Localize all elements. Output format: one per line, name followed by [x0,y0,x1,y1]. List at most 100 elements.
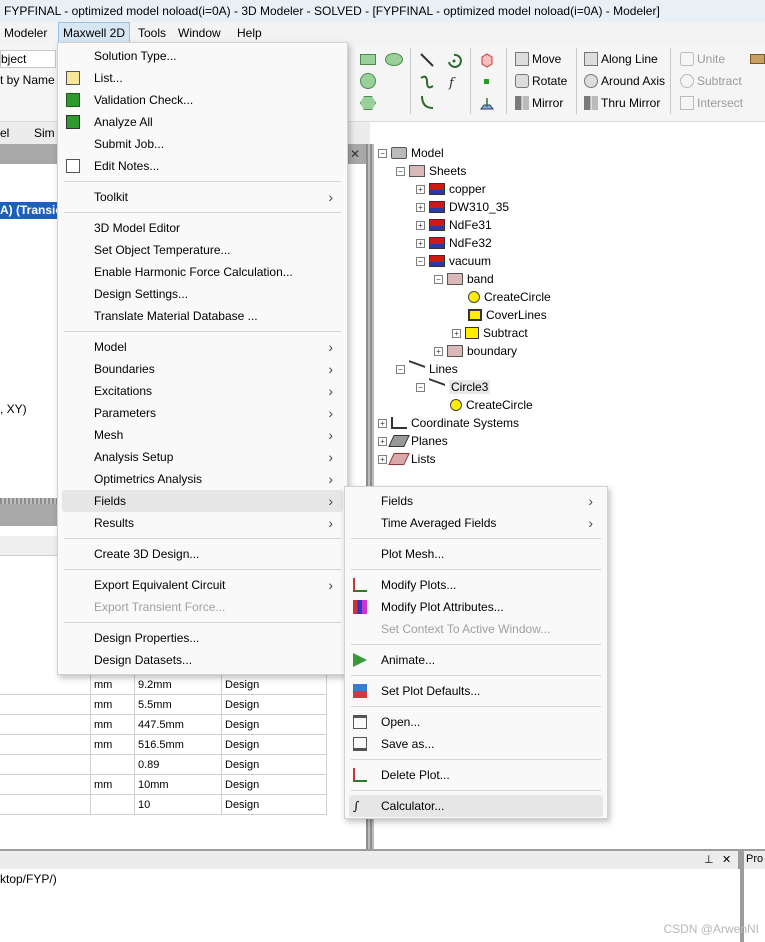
table-row[interactable]: 0.89 Design [0,755,327,775]
submenu-item-calculator[interactable]: ∫ Calculator... [349,795,603,817]
ellipse-icon[interactable] [385,53,403,66]
expand-icon[interactable]: + [416,203,425,212]
menu-item-fields[interactable]: Fields › [62,490,343,512]
expand-icon[interactable]: + [452,329,461,338]
menu-item-analyze-all[interactable]: Analyze All [62,111,343,133]
value-cell[interactable]: 9.2mm [138,675,172,695]
menu-item-validation-check[interactable]: Validation Check... [62,89,343,111]
tree-node-create-circle[interactable]: CreateCircle [468,288,551,306]
tree-node-band[interactable]: − band [434,270,494,288]
menu-item-analysis-setup[interactable]: Analysis Setup › [62,446,343,468]
menu-item-solution-type[interactable]: Solution Type... [62,45,343,67]
unite-button[interactable]: Unite [680,49,725,69]
tree-node-lines[interactable]: − Lines [396,360,458,378]
tree-node-create-circle-2[interactable]: CreateCircle [450,396,533,414]
around-axis-button[interactable]: Around Axis [584,71,665,91]
collapse-icon[interactable]: − [396,365,405,374]
expand-icon[interactable]: + [416,221,425,230]
menu-window[interactable]: Window [174,22,225,44]
tab-model[interactable]: el [0,122,9,144]
menu-item-3d-model-editor[interactable]: 3D Model Editor [62,217,343,239]
along-line-button[interactable]: Along Line [584,49,658,69]
collapse-icon[interactable]: − [416,257,425,266]
table-row[interactable]: 10 Design [0,795,327,815]
collapse-icon[interactable]: − [378,149,387,158]
table-row[interactable]: mm 516.5mm Design [0,735,327,755]
tree-node-sheets[interactable]: − Sheets [396,162,466,180]
menu-item-excitations[interactable]: Excitations › [62,380,343,402]
spline-icon[interactable] [419,74,435,90]
menu-item-create-3d-design[interactable]: Create 3D Design... [62,543,343,565]
submenu-item-save-as[interactable]: Save as... [349,733,603,755]
menu-item-design-properties[interactable]: Design Properties... [62,627,343,649]
object-select[interactable]: bject [0,50,56,68]
tree-node-model[interactable]: − Model [378,144,444,162]
submenu-item-modify-plots[interactable]: Modify Plots... [349,574,603,596]
submenu-item-modify-plot-attributes[interactable]: Modify Plot Attributes... [349,596,603,618]
equation-curve-icon[interactable]: f [446,74,462,90]
tree-node-subtract[interactable]: + Subtract [452,324,528,342]
properties-tab[interactable]: Pro [746,853,763,865]
tree-node-circle3[interactable]: − Circle3 [416,378,491,396]
menu-tools[interactable]: Tools [134,22,170,44]
submenu-item-time-averaged-fields[interactable]: Time Averaged Fields › [349,512,603,534]
arc-icon[interactable] [446,52,462,68]
menu-item-list[interactable]: List... [62,67,343,89]
table-row[interactable]: mm 9.2mm Design [0,675,327,695]
tree-node-coordinate-systems[interactable]: + Coordinate Systems [378,414,519,432]
menu-modeler[interactable]: Modeler [0,22,51,44]
menu-item-translate-material-db[interactable]: Translate Material Database ... [62,305,343,327]
submenu-item-animate[interactable]: Animate... [349,649,603,671]
submenu-item-open[interactable]: Open... [349,711,603,733]
rotate-button[interactable]: Rotate [515,71,567,91]
menu-item-boundaries[interactable]: Boundaries › [62,358,343,380]
thru-mirror-button[interactable]: Thru Mirror [584,93,660,113]
collapse-icon[interactable]: − [434,275,443,284]
menu-item-design-datasets[interactable]: Design Datasets... [62,649,343,671]
point-icon[interactable] [484,79,489,84]
sort-by-name-label[interactable]: t by Name [0,72,55,88]
move-button[interactable]: Move [515,49,561,69]
tree-node-vacuum[interactable]: − vacuum [416,252,491,270]
value-cell[interactable]: 10 [138,795,150,815]
collapse-icon[interactable]: − [396,167,405,176]
tree-node-ndfe32[interactable]: + NdFe32 [416,234,492,252]
tree-node-lists[interactable]: + Lists [378,450,436,468]
circle-icon[interactable] [360,73,376,89]
expand-icon[interactable]: + [378,419,387,428]
tab-simulation[interactable]: Sim [34,122,55,144]
expand-icon[interactable]: + [416,239,425,248]
expand-icon[interactable]: + [434,347,443,356]
expand-icon[interactable]: + [378,455,387,464]
tree-node-copper[interactable]: + copper [416,180,486,198]
intersect-button[interactable]: Intersect [680,93,743,113]
menu-help[interactable]: Help [233,22,266,44]
more-toolbar-icon[interactable] [750,54,765,64]
tree-node-cover-lines[interactable]: CoverLines [468,306,547,324]
table-row[interactable]: mm 447.5mm Design [0,715,327,735]
menu-item-set-object-temperature[interactable]: Set Object Temperature... [62,239,343,261]
menu-item-mesh[interactable]: Mesh › [62,424,343,446]
menu-item-submit-job[interactable]: Submit Job... [62,133,343,155]
submenu-item-delete-plot[interactable]: Delete Plot... [349,764,603,786]
expand-icon[interactable]: + [416,185,425,194]
tree-node-planes[interactable]: + Planes [378,432,448,450]
menu-item-toolkit[interactable]: Toolkit › [62,186,343,208]
menu-item-harmonic-force[interactable]: Enable Harmonic Force Calculation... [62,261,343,283]
subtract-button[interactable]: Subtract [680,71,742,91]
table-row[interactable]: mm 5.5mm Design [0,695,327,715]
table-row[interactable]: mm 10mm Design [0,775,327,795]
value-cell[interactable]: 0.89 [138,755,159,775]
submenu-item-set-plot-defaults[interactable]: Set Plot Defaults... [349,680,603,702]
tree-node-ndfe31[interactable]: + NdFe31 [416,216,492,234]
menu-item-optimetrics-analysis[interactable]: Optimetrics Analysis › [62,468,343,490]
polygon-icon[interactable] [360,96,376,110]
rectangle-icon[interactable] [360,54,376,65]
expand-icon[interactable]: + [378,437,387,446]
box-icon[interactable] [479,52,495,68]
collapse-icon[interactable]: − [416,383,425,392]
curve-icon[interactable] [419,94,435,110]
menu-maxwell-2d[interactable]: Maxwell 2D [58,22,131,44]
menu-item-export-equivalent-circuit[interactable]: Export Equivalent Circuit › [62,574,343,596]
submenu-item-plot-mesh[interactable]: Plot Mesh... [349,543,603,565]
